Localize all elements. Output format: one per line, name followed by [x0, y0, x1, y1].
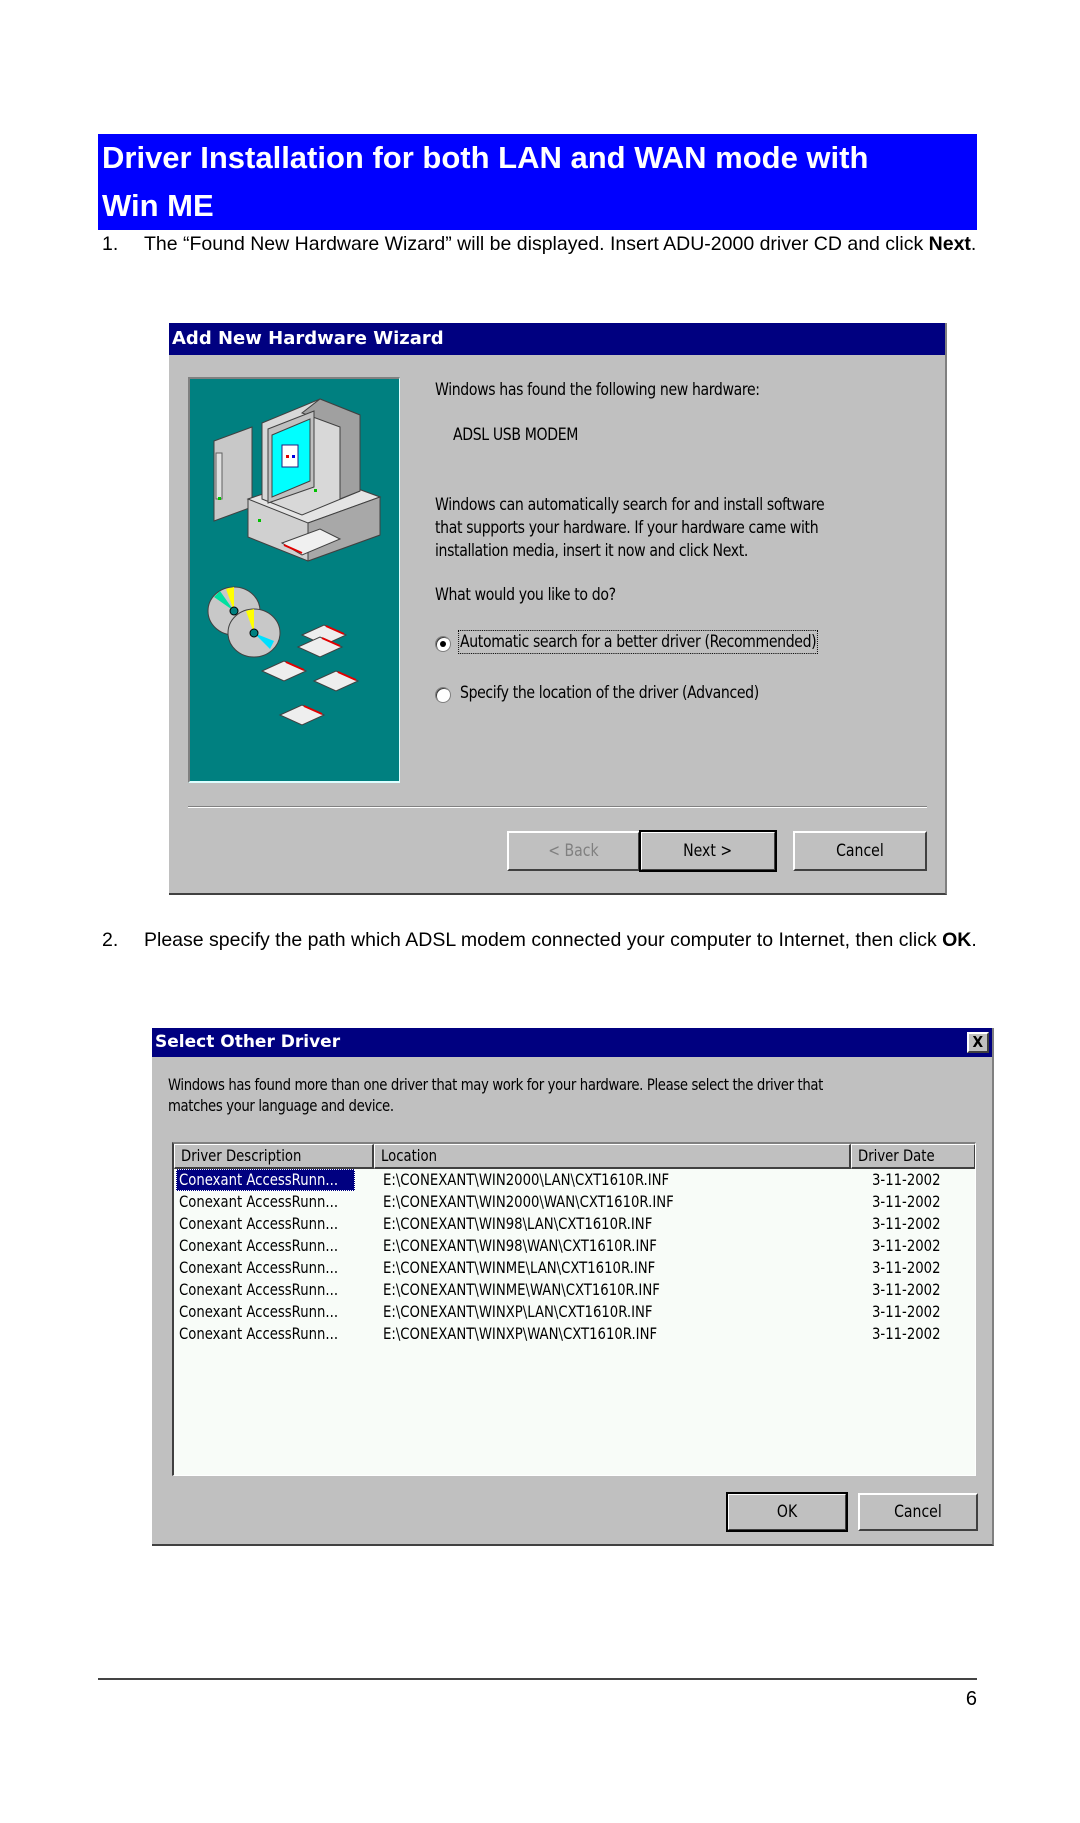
step-emphasis: OK — [942, 929, 972, 951]
driver-location-cell: E:\CONEXANT\WIN2000\LAN\CXT1610R.INF — [383, 1170, 670, 1189]
driver-description-cell: Conexant AccessRunn... — [179, 1192, 339, 1211]
driver-date-cell: 3-11-2002 — [872, 1324, 941, 1343]
found-hardware-label: Windows has found the following new hard… — [435, 380, 760, 400]
column-header-driver-date[interactable]: Driver Date — [851, 1144, 975, 1169]
close-icon: X — [972, 1033, 984, 1051]
driver-location-cell: E:\CONEXANT\WIN2000\WAN\CXT1610R.INF — [383, 1192, 674, 1211]
step-2: 2. Please specify the path which ADSL mo… — [100, 927, 977, 954]
next-button[interactable]: Next > — [639, 830, 777, 872]
driver-location-cell: E:\CONEXANT\WINME\WAN\CXT1610R.INF — [383, 1280, 660, 1299]
wizard-illustration — [188, 377, 400, 783]
driver-location-cell: E:\CONEXANT\WINXP\LAN\CXT1610R.INF — [383, 1302, 653, 1321]
step-text: Please specify the path which ADSL modem… — [144, 929, 977, 951]
radio-specify-location[interactable] — [435, 687, 451, 703]
driver-description-cell: Conexant AccessRunn... — [179, 1258, 339, 1277]
wizard-description-line-1: Windows can automatically search for and… — [435, 495, 825, 515]
driver-list-row[interactable]: Conexant AccessRunn... E:\CONEXANT\WINME\… — [174, 1257, 975, 1279]
driver-date-cell: 3-11-2002 — [872, 1280, 941, 1299]
driver-date-cell: 3-11-2002 — [872, 1236, 941, 1255]
dialog-title: Add New Hardware Wizard — [172, 328, 444, 349]
computer-and-media-icon — [207, 398, 382, 726]
driver-list-row[interactable]: Conexant AccessRunn... E:\CONEXANT\WIN200… — [174, 1191, 975, 1213]
section-heading: Driver Installation for both LAN and WAN… — [98, 134, 977, 230]
driver-description-cell: Conexant AccessRunn... — [179, 1324, 339, 1343]
driver-description-cell: Conexant AccessRunn... — [179, 1280, 339, 1299]
cancel-button[interactable]: Cancel — [793, 831, 927, 871]
driver-date-cell: 3-11-2002 — [872, 1192, 941, 1211]
step-text: The “Found New Hardware Wizard” will be … — [144, 233, 977, 255]
step-number: 2. — [102, 929, 119, 951]
separator — [188, 806, 927, 808]
driver-location-cell: E:\CONEXANT\WIN98\LAN\CXT1610R.INF — [383, 1214, 653, 1233]
radio-automatic-search[interactable] — [435, 636, 451, 652]
driver-date-cell: 3-11-2002 — [872, 1170, 941, 1189]
option-specify-location-label[interactable]: Specify the location of the driver (Adva… — [460, 683, 759, 703]
driver-location-cell: E:\CONEXANT\WIN98\WAN\CXT1610R.INF — [383, 1236, 657, 1255]
driver-location-cell: E:\CONEXANT\WINXP\WAN\CXT1610R.INF — [383, 1324, 658, 1343]
wizard-description-line-2: that supports your hardware. If your har… — [435, 518, 819, 538]
driver-list[interactable]: Driver Description Location Driver Date … — [172, 1142, 976, 1476]
select-other-driver-dialog: Select Other Driver X Windows has found … — [152, 1028, 994, 1546]
section-heading-line-2: Win ME — [102, 188, 214, 223]
dialog-title: Select Other Driver — [155, 1032, 341, 1052]
driver-list-row[interactable]: Conexant AccessRunn... E:\CONEXANT\WIN98\… — [174, 1235, 975, 1257]
driver-date-cell: 3-11-2002 — [872, 1258, 941, 1277]
back-button[interactable]: < Back — [507, 831, 640, 871]
driver-description-cell: Conexant AccessRunn... — [176, 1169, 355, 1191]
column-header-driver-description[interactable]: Driver Description — [174, 1144, 374, 1169]
dialog-title-bar[interactable]: Add New Hardware Wizard — [169, 323, 945, 355]
driver-description-cell: Conexant AccessRunn... — [179, 1214, 339, 1233]
close-button[interactable]: X — [967, 1032, 989, 1053]
footer-divider — [98, 1678, 977, 1680]
ok-button[interactable]: OK — [726, 1492, 848, 1532]
step-emphasis: Next — [928, 233, 971, 255]
driver-date-cell: 3-11-2002 — [872, 1302, 941, 1321]
select-driver-message-line-1: Windows has found more than one driver t… — [168, 1075, 823, 1094]
add-new-hardware-wizard-dialog: Add New Hardware Wizard Windows has foun… — [169, 323, 947, 895]
driver-list-row[interactable]: Conexant AccessRunn... E:\CONEXANT\WIN98\… — [174, 1213, 975, 1235]
option-automatic-search-label[interactable]: Automatic search for a better driver (Re… — [458, 630, 819, 654]
driver-description-cell: Conexant AccessRunn... — [179, 1302, 339, 1321]
select-driver-message-line-2: matches your language and device. — [168, 1096, 394, 1115]
column-header-location[interactable]: Location — [374, 1144, 851, 1169]
cancel-button[interactable]: Cancel — [858, 1493, 978, 1531]
wizard-question: What would you like to do? — [435, 585, 616, 605]
driver-location-cell: E:\CONEXANT\WINME\LAN\CXT1610R.INF — [383, 1258, 656, 1277]
wizard-description-line-3: installation media, insert it now and cl… — [435, 541, 748, 561]
dialog-title-bar[interactable]: Select Other Driver X — [152, 1028, 992, 1057]
step-1: 1. The “Found New Hardware Wizard” will … — [100, 231, 977, 258]
step-number: 1. — [102, 233, 119, 255]
driver-list-row[interactable]: Conexant AccessRunn... E:\CONEXANT\WIN200… — [174, 1169, 975, 1191]
section-heading-line-1: Driver Installation for both LAN and WAN… — [102, 140, 869, 175]
driver-date-cell: 3-11-2002 — [872, 1214, 941, 1233]
driver-list-row[interactable]: Conexant AccessRunn... E:\CONEXANT\WINME\… — [174, 1279, 975, 1301]
driver-list-row[interactable]: Conexant AccessRunn... E:\CONEXANT\WINXP\… — [174, 1301, 975, 1323]
driver-list-row[interactable]: Conexant AccessRunn... E:\CONEXANT\WINXP\… — [174, 1323, 975, 1345]
page-number: 6 — [965, 1688, 977, 1710]
driver-description-cell: Conexant AccessRunn... — [179, 1236, 339, 1255]
device-name: ADSL USB MODEM — [453, 425, 578, 445]
